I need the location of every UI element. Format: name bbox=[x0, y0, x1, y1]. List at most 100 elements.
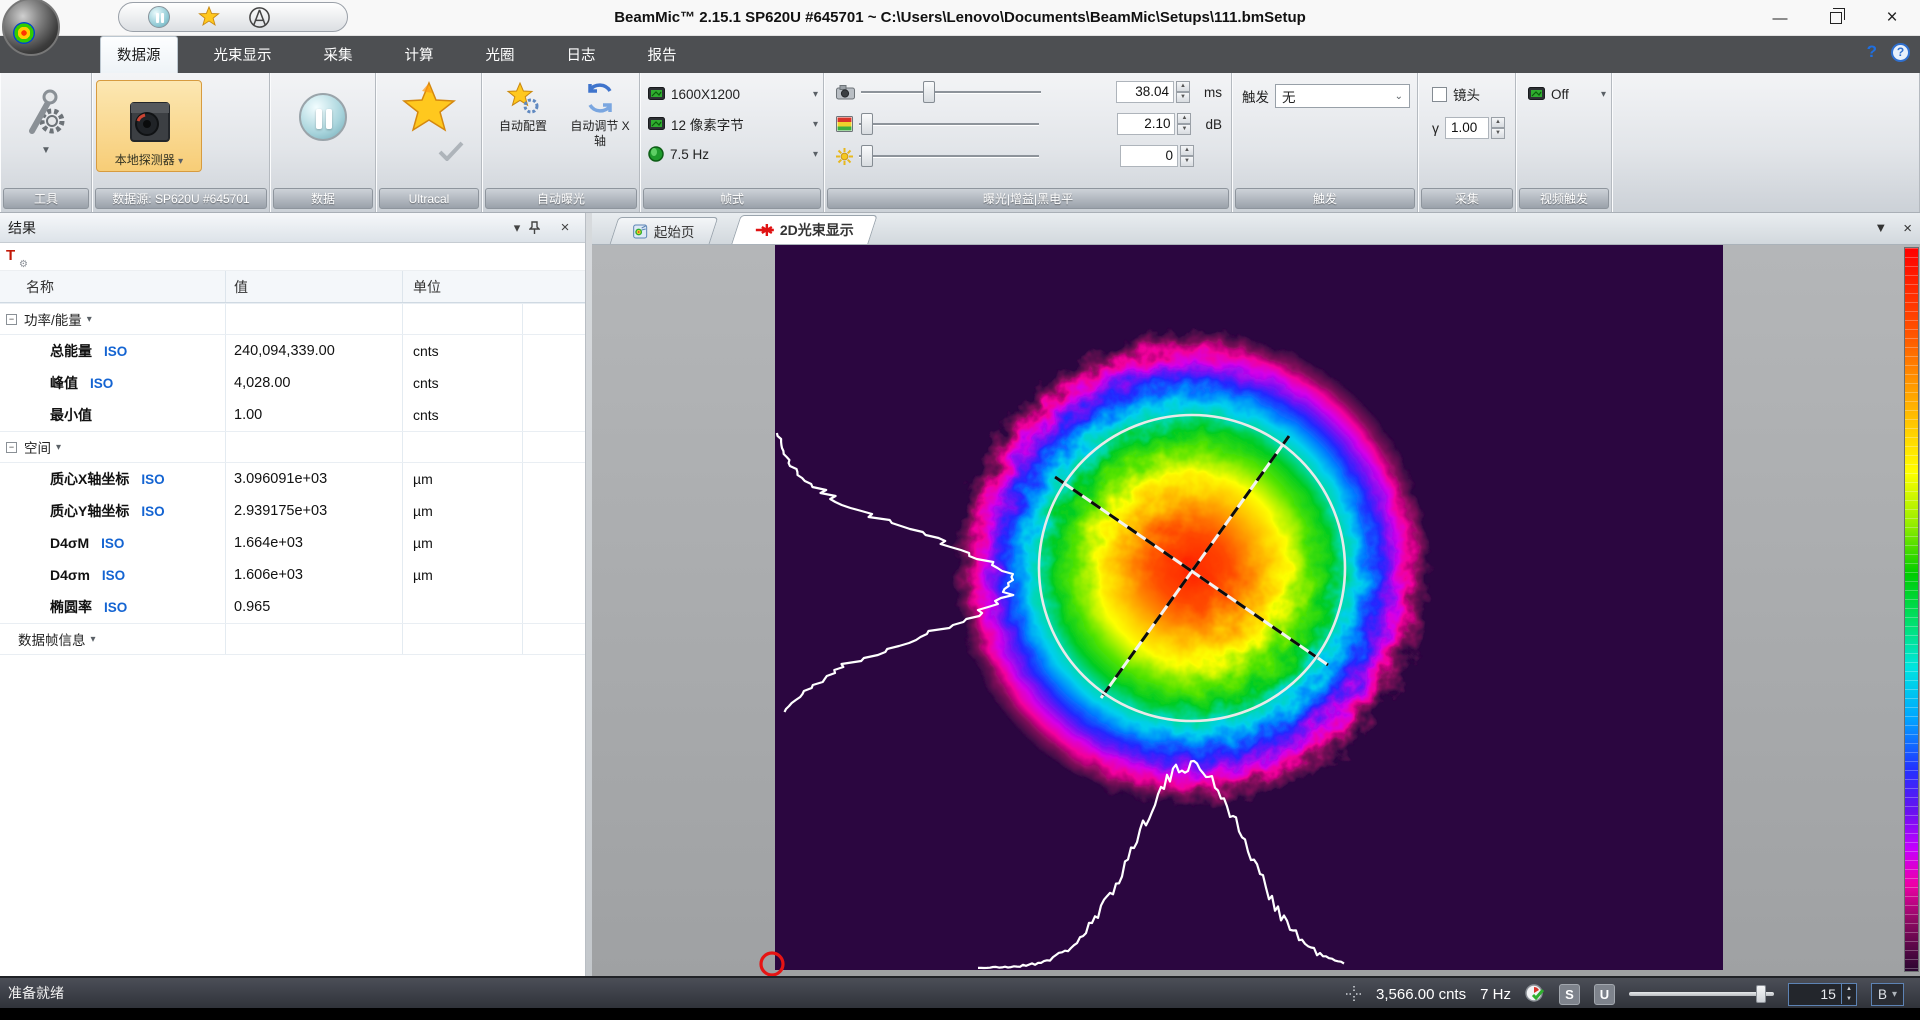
results-group-row[interactable]: −功率/能量▾ bbox=[0, 303, 585, 335]
exposure-spinner[interactable]: ▲▼ bbox=[1176, 81, 1190, 103]
status-zoom-spinner[interactable]: ▲▼ bbox=[1841, 984, 1856, 1004]
results-group-row[interactable]: 数据帧信息▾ bbox=[0, 623, 585, 655]
tab-start-page-label: 起始页 bbox=[654, 221, 695, 241]
results-column-header: 名称 值 单位 bbox=[0, 271, 585, 303]
results-settings-icon[interactable]: T bbox=[6, 247, 26, 267]
tab-close-icon[interactable]: × bbox=[1903, 220, 1912, 237]
restore-button[interactable] bbox=[1808, 0, 1864, 36]
group-label-tools: 工具 bbox=[3, 188, 89, 209]
black-level-value[interactable]: 0 bbox=[1120, 145, 1178, 167]
gamma-spinbox[interactable]: 1.00 ▲▼ bbox=[1445, 117, 1505, 139]
results-item-row[interactable]: 质心Y轴坐标ISO2.939175e+03µm bbox=[0, 495, 585, 527]
black-level-slider[interactable] bbox=[859, 145, 1039, 167]
status-zoom-spinbox[interactable]: 15 ▲▼ bbox=[1788, 983, 1857, 1006]
local-detector-button[interactable]: 本地探测器 ▾ bbox=[96, 80, 202, 172]
column-value[interactable]: 值 bbox=[225, 271, 402, 302]
results-item-row[interactable]: 椭圆率ISO0.965 bbox=[0, 591, 585, 623]
bottom-black-strip bbox=[0, 1008, 1920, 1020]
results-item-row[interactable]: 总能量ISO240,094,339.00cnts bbox=[0, 335, 585, 367]
results-item-row[interactable]: 峰值ISO4,028.00cnts bbox=[0, 367, 585, 399]
context-help-icon[interactable]: ? bbox=[1867, 42, 1877, 62]
beam-display-viewport[interactable] bbox=[592, 245, 1920, 976]
trigger-combo[interactable]: 无 ⌄ bbox=[1275, 84, 1410, 108]
results-group-row[interactable]: −空间▾ bbox=[0, 431, 585, 463]
ribbon-group-source: 本地探测器 ▾ 数据源: SP620U #645701 bbox=[92, 73, 270, 212]
gamma-spinner[interactable]: ▲▼ bbox=[1491, 117, 1505, 139]
tab-2d-beam-display[interactable]: 2D光束显示 bbox=[731, 215, 877, 244]
iso-badge: ISO bbox=[104, 344, 127, 359]
results-menu-caret-icon[interactable]: ▾ bbox=[505, 220, 529, 236]
ribbon-tab-beam-display[interactable]: 光束显示 bbox=[198, 37, 288, 73]
video-trigger-dropdown[interactable]: Off ▾ bbox=[1528, 83, 1606, 105]
minimize-button[interactable]: — bbox=[1752, 0, 1808, 36]
column-name[interactable]: 名称 bbox=[0, 271, 225, 302]
ribbon-tab-aperture[interactable]: 光圈 bbox=[470, 37, 531, 73]
exposure-spinbox[interactable]: 38.04 ▲▼ bbox=[1116, 81, 1190, 103]
lens-checkbox[interactable] bbox=[1432, 87, 1447, 102]
app-logo-icon[interactable] bbox=[2, 0, 60, 56]
tab-list-caret-icon[interactable]: ▼ bbox=[1874, 220, 1887, 237]
result-unit: µm bbox=[402, 495, 522, 527]
status-zoom-value[interactable]: 15 bbox=[1789, 986, 1841, 1002]
auto-setup-button[interactable]: 自动配置 bbox=[488, 81, 558, 185]
status-counts: 3,566.00 cnts bbox=[1376, 986, 1466, 1003]
status-u-button[interactable]: U bbox=[1594, 984, 1615, 1005]
ribbon-tab-logging[interactable]: 日志 bbox=[551, 37, 612, 73]
black-level-spinbox[interactable]: 0 ▲▼ bbox=[1120, 145, 1194, 167]
ribbon-tab-capture[interactable]: 采集 bbox=[308, 37, 369, 73]
column-unit[interactable]: 单位 bbox=[402, 271, 522, 302]
gain-slider[interactable] bbox=[859, 113, 1039, 135]
gain-spinbox[interactable]: 2.10 ▲▼ bbox=[1117, 113, 1191, 135]
group-caret-icon[interactable]: ▾ bbox=[56, 442, 61, 453]
gain-spinner[interactable]: ▲▼ bbox=[1177, 113, 1191, 135]
exposure-unit: ms bbox=[1204, 85, 1222, 100]
ribbon-tab-report[interactable]: 报告 bbox=[632, 37, 693, 73]
results-item-row[interactable]: 最小值1.00cnts bbox=[0, 399, 585, 431]
resolution-dropdown[interactable]: 1600X1200 ▾ bbox=[648, 83, 818, 105]
tab-start-page[interactable]: 起始页 bbox=[610, 217, 718, 244]
group-caret-icon[interactable]: ▾ bbox=[87, 314, 92, 325]
auto-adjust-x-icon bbox=[583, 81, 617, 115]
pause-data-button[interactable] bbox=[299, 93, 347, 141]
results-close-icon[interactable]: × bbox=[553, 219, 577, 236]
close-button[interactable]: × bbox=[1864, 0, 1920, 36]
results-item-row[interactable]: D4σmISO1.606e+03µm bbox=[0, 559, 585, 591]
ultracal-star-icon[interactable] bbox=[400, 81, 458, 137]
ribbon-tab-computations[interactable]: 计算 bbox=[389, 37, 450, 73]
window-title: BeamMic™ 2.15.1 SP620U #645701 ~ C:\User… bbox=[0, 0, 1920, 36]
status-zoom-slider[interactable] bbox=[1629, 984, 1774, 1004]
status-palette-combo[interactable]: B ▾ bbox=[1871, 983, 1904, 1006]
iso-badge: ISO bbox=[102, 568, 125, 583]
color-scale-bar[interactable] bbox=[1904, 247, 1919, 972]
monitor-icon bbox=[1528, 87, 1545, 101]
results-pin-icon[interactable] bbox=[529, 221, 553, 235]
group-caret-icon[interactable]: ▾ bbox=[91, 634, 96, 645]
black-level-spinner[interactable]: ▲▼ bbox=[1180, 145, 1194, 167]
auto-setup-label: 自动配置 bbox=[499, 119, 547, 134]
collapse-box-icon[interactable]: − bbox=[6, 314, 17, 325]
auto-adjust-x-button[interactable]: 自动调节 X轴 bbox=[568, 81, 632, 185]
iso-badge: ISO bbox=[90, 376, 113, 391]
help-icon[interactable]: ? bbox=[1891, 43, 1910, 62]
frame-rate-dropdown[interactable]: 7.5 Hz ▾ bbox=[648, 143, 818, 165]
gain-value[interactable]: 2.10 bbox=[1117, 113, 1175, 135]
gamma-label: γ bbox=[1432, 120, 1439, 136]
exposure-value[interactable]: 38.04 bbox=[1116, 81, 1174, 103]
results-panel-header: 结果 ▾ × bbox=[0, 213, 585, 243]
frame-rate-value: 7.5 Hz bbox=[670, 147, 709, 162]
exposure-slider[interactable] bbox=[861, 81, 1041, 103]
auto-adjust-x-label: 自动调节 X轴 bbox=[568, 119, 632, 149]
collapse-box-icon[interactable]: − bbox=[6, 442, 17, 453]
result-value: 1.664e+03 bbox=[225, 527, 402, 559]
results-item-row[interactable]: D4σMISO1.664e+03µm bbox=[0, 527, 585, 559]
frame-rate-clock-icon bbox=[648, 146, 664, 162]
results-item-row[interactable]: 质心X轴坐标ISO3.096091e+03µm bbox=[0, 463, 585, 495]
gamma-value[interactable]: 1.00 bbox=[1445, 117, 1489, 139]
result-name: D4σM bbox=[50, 535, 89, 551]
tools-wrench-gear-icon[interactable] bbox=[24, 87, 68, 139]
ribbon-tab-data-source[interactable]: 数据源 bbox=[100, 36, 178, 73]
pixel-format-dropdown[interactable]: 12 像素字节 ▾ bbox=[648, 113, 818, 135]
results-rows: −功率/能量▾总能量ISO240,094,339.00cnts峰值ISO4,02… bbox=[0, 303, 585, 655]
status-s-button[interactable]: S bbox=[1559, 984, 1580, 1005]
tools-dropdown-caret[interactable]: ▼ bbox=[0, 145, 92, 156]
